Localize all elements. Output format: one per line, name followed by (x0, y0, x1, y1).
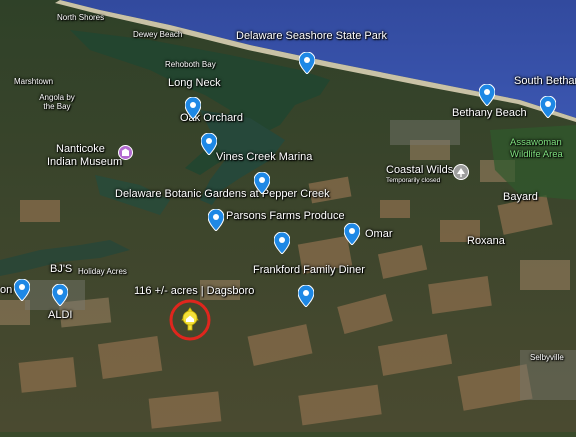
place-marshtown: Marshtown (14, 77, 54, 86)
map-pin-icon[interactable] (479, 84, 495, 106)
place-aldi: ALDI (48, 309, 73, 321)
park-closed-icon[interactable] (453, 164, 469, 185)
map-pin-icon[interactable] (298, 285, 314, 307)
place-coastal-wilds: Coastal Wilds (386, 164, 454, 176)
place-rehoboth-bay: Rehoboth Bay (165, 60, 216, 69)
subject-property-marker[interactable] (168, 298, 212, 342)
place-roxana: Roxana (467, 235, 505, 247)
place-omar: Omar (365, 228, 393, 240)
place-long-neck: Long Neck (168, 77, 221, 89)
place-dewey-beach: Dewey Beach (133, 30, 183, 39)
place-angola: Angola by the Bay (39, 93, 75, 111)
subject-property-label: 116 +/- acres | Dagsboro (134, 285, 255, 297)
place-nanticoke-line2: Indian Museum (47, 156, 123, 168)
place-selbyville: Selbyville (530, 353, 564, 362)
map-pin-icon[interactable] (254, 172, 270, 194)
place-bethany-beach: Bethany Beach (452, 107, 527, 119)
place-parsons-farms: Parsons Farms Produce (226, 210, 345, 222)
place-on: on (0, 284, 13, 296)
map-pin-icon[interactable] (344, 223, 360, 245)
place-south-bethany: South Bethan (514, 75, 576, 87)
place-temporarily-closed: Temporarily closed (386, 177, 441, 184)
place-frankford-diner: Frankford Family Diner (253, 264, 365, 276)
place-holiday-acres: Holiday Acres (78, 267, 127, 276)
map-pin-icon[interactable] (299, 52, 315, 74)
place-botanic-gardens: Delaware Botanic Gardens at Pepper Creek (115, 188, 330, 200)
place-bayard: Bayard (503, 191, 538, 203)
satellite-map[interactable]: North Shores Dewey Beach Delaware Seasho… (0, 0, 576, 432)
place-assawoman-line2: Wildlife Area (510, 149, 563, 160)
place-bjs: BJ'S (50, 263, 73, 275)
place-delaware-seashore: Delaware Seashore State Park (236, 30, 388, 42)
place-nanticoke-line1: Nanticoke (56, 143, 105, 155)
map-pin-icon[interactable] (274, 232, 290, 254)
map-pin-icon[interactable] (185, 97, 201, 119)
map-pin-icon[interactable] (201, 133, 217, 155)
map-pin-icon[interactable] (540, 96, 556, 118)
place-vines-creek: Vines Creek Marina (216, 151, 313, 163)
map-pin-icon[interactable] (52, 284, 68, 306)
map-pin-icon[interactable] (208, 209, 224, 231)
map-pin-icon[interactable] (14, 279, 30, 301)
place-assawoman-line1: Assawoman (510, 137, 562, 148)
place-north-shores: North Shores (57, 13, 105, 22)
museum-icon[interactable] (118, 145, 133, 165)
